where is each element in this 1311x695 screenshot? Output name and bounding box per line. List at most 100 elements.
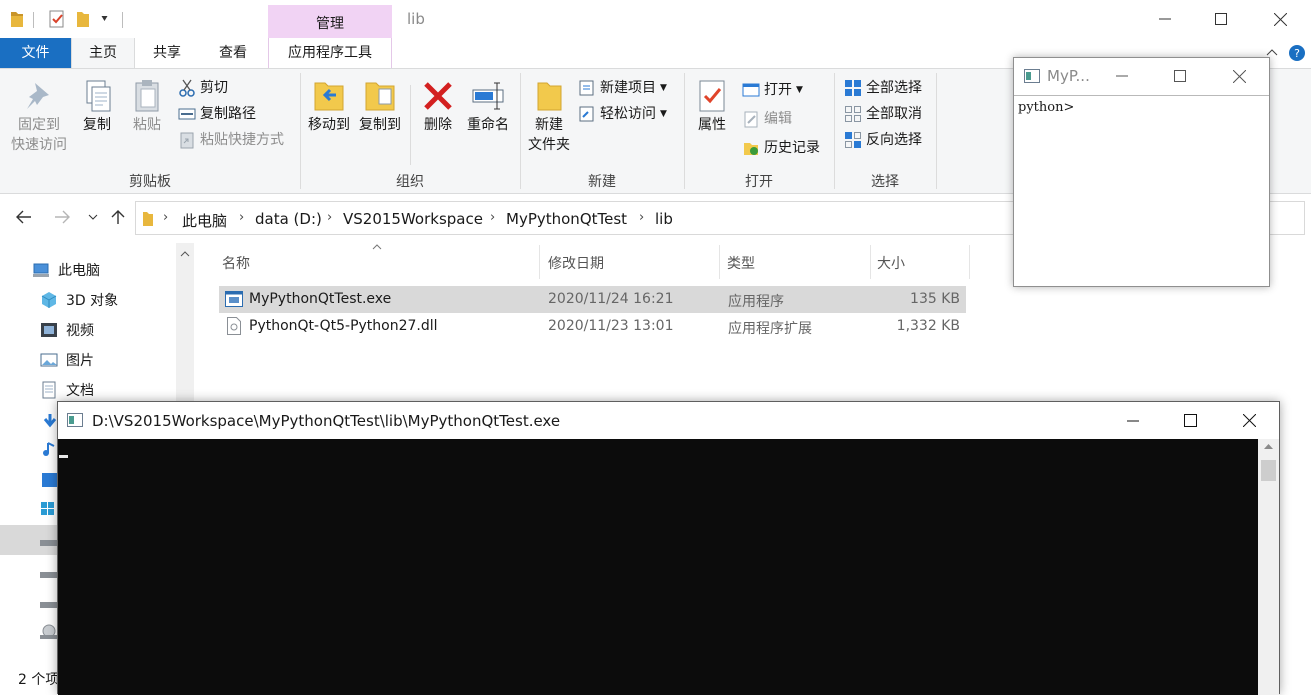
select-none-button[interactable]: 全部取消 <box>844 103 922 125</box>
new-folder-quick-icon[interactable] <box>76 10 90 28</box>
tab-file[interactable]: 文件 <box>0 38 71 68</box>
edit-button[interactable]: 编辑 <box>742 108 792 130</box>
new-folder-icon <box>532 79 566 113</box>
rename-icon <box>471 79 505 113</box>
breadcrumb-project[interactable]: MyPythonQtTest <box>506 210 627 228</box>
file-name: PythonQt-Qt5-Python27.dll <box>249 318 438 334</box>
delete-button[interactable]: 删除 <box>416 79 460 135</box>
nav-item-documents[interactable]: 文档 <box>40 378 94 402</box>
edit-label: 编辑 <box>764 111 792 127</box>
close-icon[interactable] <box>1243 414 1256 427</box>
console-title-bar[interactable]: D:\VS2015Workspace\MyPythonQtTest\lib\My… <box>58 402 1279 439</box>
nav-item-label: 图片 <box>66 353 94 369</box>
scissors-icon <box>178 79 196 97</box>
nav-item-videos[interactable]: 视频 <box>40 318 94 342</box>
windows-drive-icon[interactable] <box>40 501 56 517</box>
desktop-icon[interactable] <box>42 473 58 487</box>
minimize-icon[interactable] <box>1116 75 1128 77</box>
pin-quick-access-button[interactable]: 固定到 快速访问 <box>6 79 72 155</box>
maximize-icon[interactable] <box>1174 70 1186 82</box>
cut-button[interactable]: 剪切 <box>178 77 228 99</box>
new-folder-button[interactable]: 新建 文件夹 <box>523 79 575 155</box>
scroll-thumb[interactable] <box>1261 460 1276 481</box>
tab-app-tools[interactable]: 应用程序工具 <box>268 38 392 68</box>
move-to-button[interactable]: 移动到 <box>305 79 353 135</box>
breadcrumb-drive[interactable]: data (D:) <box>255 210 322 228</box>
nav-item-3d-objects[interactable]: 3D 对象 <box>40 288 118 312</box>
breadcrumb-separator-icon[interactable]: › <box>239 210 244 225</box>
breadcrumb-separator-icon[interactable]: › <box>490 210 495 225</box>
rename-button[interactable]: 重命名 <box>462 79 514 135</box>
nav-item-this-pc[interactable]: 此电脑 <box>32 258 100 282</box>
copy-to-button[interactable]: 复制到 <box>356 79 404 135</box>
copy-path-button[interactable]: 复制路径 <box>178 103 256 125</box>
forward-arrow-icon[interactable] <box>54 210 70 224</box>
quick-access-dropdown-icon[interactable] <box>100 14 109 23</box>
mypython-title-bar[interactable]: MyP... <box>1014 58 1269 95</box>
cd-drive-icon[interactable] <box>40 623 58 639</box>
tab-view[interactable]: 查看 <box>199 38 267 68</box>
delete-label: 删除 <box>424 117 452 133</box>
minimize-button[interactable] <box>1136 0 1194 38</box>
documents-icon <box>40 381 58 399</box>
properties-button[interactable]: 属性 <box>690 79 734 135</box>
up-arrow-icon[interactable] <box>111 209 125 225</box>
history-button[interactable]: 历史记录 <box>742 137 820 159</box>
paste-icon <box>131 79 163 113</box>
breadcrumb-workspace[interactable]: VS2015Workspace <box>343 210 483 228</box>
back-arrow-icon[interactable] <box>16 210 32 224</box>
tab-share[interactable]: 共享 <box>135 38 199 68</box>
console-window: D:\VS2015Workspace\MyPythonQtTest\lib\My… <box>57 401 1280 695</box>
minimize-icon[interactable] <box>1127 420 1139 422</box>
nav-item-label: 此电脑 <box>58 263 100 279</box>
edit-icon <box>742 110 760 128</box>
console-title: D:\VS2015Workspace\MyPythonQtTest\lib\My… <box>92 412 561 430</box>
music-icon[interactable] <box>42 441 58 457</box>
invert-selection-button[interactable]: 反向选择 <box>844 129 922 151</box>
file-type: 应用程序 <box>728 294 784 310</box>
drive-icon[interactable] <box>40 601 58 609</box>
breadcrumb-separator-icon[interactable]: › <box>327 210 332 225</box>
column-header-size[interactable]: 大小 <box>877 253 905 273</box>
breadcrumb-lib[interactable]: lib <box>655 210 673 228</box>
console-scrollbar[interactable] <box>1258 439 1279 695</box>
easy-access-dropdown-icon: ▼ <box>660 109 667 119</box>
svg-text:?: ? <box>1294 47 1300 60</box>
help-icon[interactable]: ? <box>1288 44 1306 62</box>
breadcrumb-separator-icon[interactable]: › <box>639 210 644 225</box>
scroll-up-icon[interactable] <box>180 251 190 257</box>
drive-icon[interactable] <box>40 571 58 579</box>
maximize-button[interactable] <box>1192 0 1250 38</box>
breadcrumb-this-pc[interactable]: 此电脑 <box>182 210 227 231</box>
scroll-up-icon[interactable] <box>1264 444 1273 449</box>
new-item-button[interactable]: 新建项目 ▼ <box>578 77 667 99</box>
copy-path-label: 复制路径 <box>200 106 256 122</box>
maximize-icon[interactable] <box>1184 414 1197 427</box>
sort-ascending-icon <box>372 244 382 250</box>
open-button[interactable]: 打开 ▼ <box>742 79 803 101</box>
tab-home[interactable]: 主页 <box>71 38 135 68</box>
properties-quick-icon[interactable] <box>48 10 66 28</box>
close-icon[interactable] <box>1233 70 1246 83</box>
copy-button[interactable]: 复制 <box>76 79 118 135</box>
open-label: 打开 <box>764 82 792 98</box>
nav-item-pictures[interactable]: 图片 <box>40 348 94 372</box>
recent-locations-chevron-icon[interactable] <box>88 214 98 220</box>
column-header-name[interactable]: 名称 <box>222 253 250 273</box>
file-row[interactable]: MyPythonQtTest.exe 2020/11/24 16:21 应用程序… <box>219 286 966 313</box>
select-all-button[interactable]: 全部选择 <box>844 77 922 99</box>
downloads-icon[interactable] <box>42 413 58 429</box>
paste-button[interactable]: 粘贴 <box>126 79 168 135</box>
column-header-date[interactable]: 修改日期 <box>548 253 604 273</box>
breadcrumb-separator-icon[interactable]: › <box>163 210 168 225</box>
pictures-icon <box>40 351 58 369</box>
paste-shortcut-button[interactable]: 粘贴快捷方式 <box>178 129 284 151</box>
file-row[interactable]: PythonQt-Qt5-Python27.dll 2020/11/23 13:… <box>219 313 966 340</box>
easy-access-button[interactable]: 轻松访问 ▼ <box>578 103 667 125</box>
python-console-area[interactable]: python> <box>1014 95 1269 286</box>
select-none-icon <box>844 105 862 123</box>
close-button[interactable] <box>1251 0 1309 38</box>
console-output[interactable] <box>58 439 1258 695</box>
column-header-type[interactable]: 类型 <box>727 253 755 273</box>
collapse-ribbon-icon[interactable] <box>1266 48 1278 56</box>
